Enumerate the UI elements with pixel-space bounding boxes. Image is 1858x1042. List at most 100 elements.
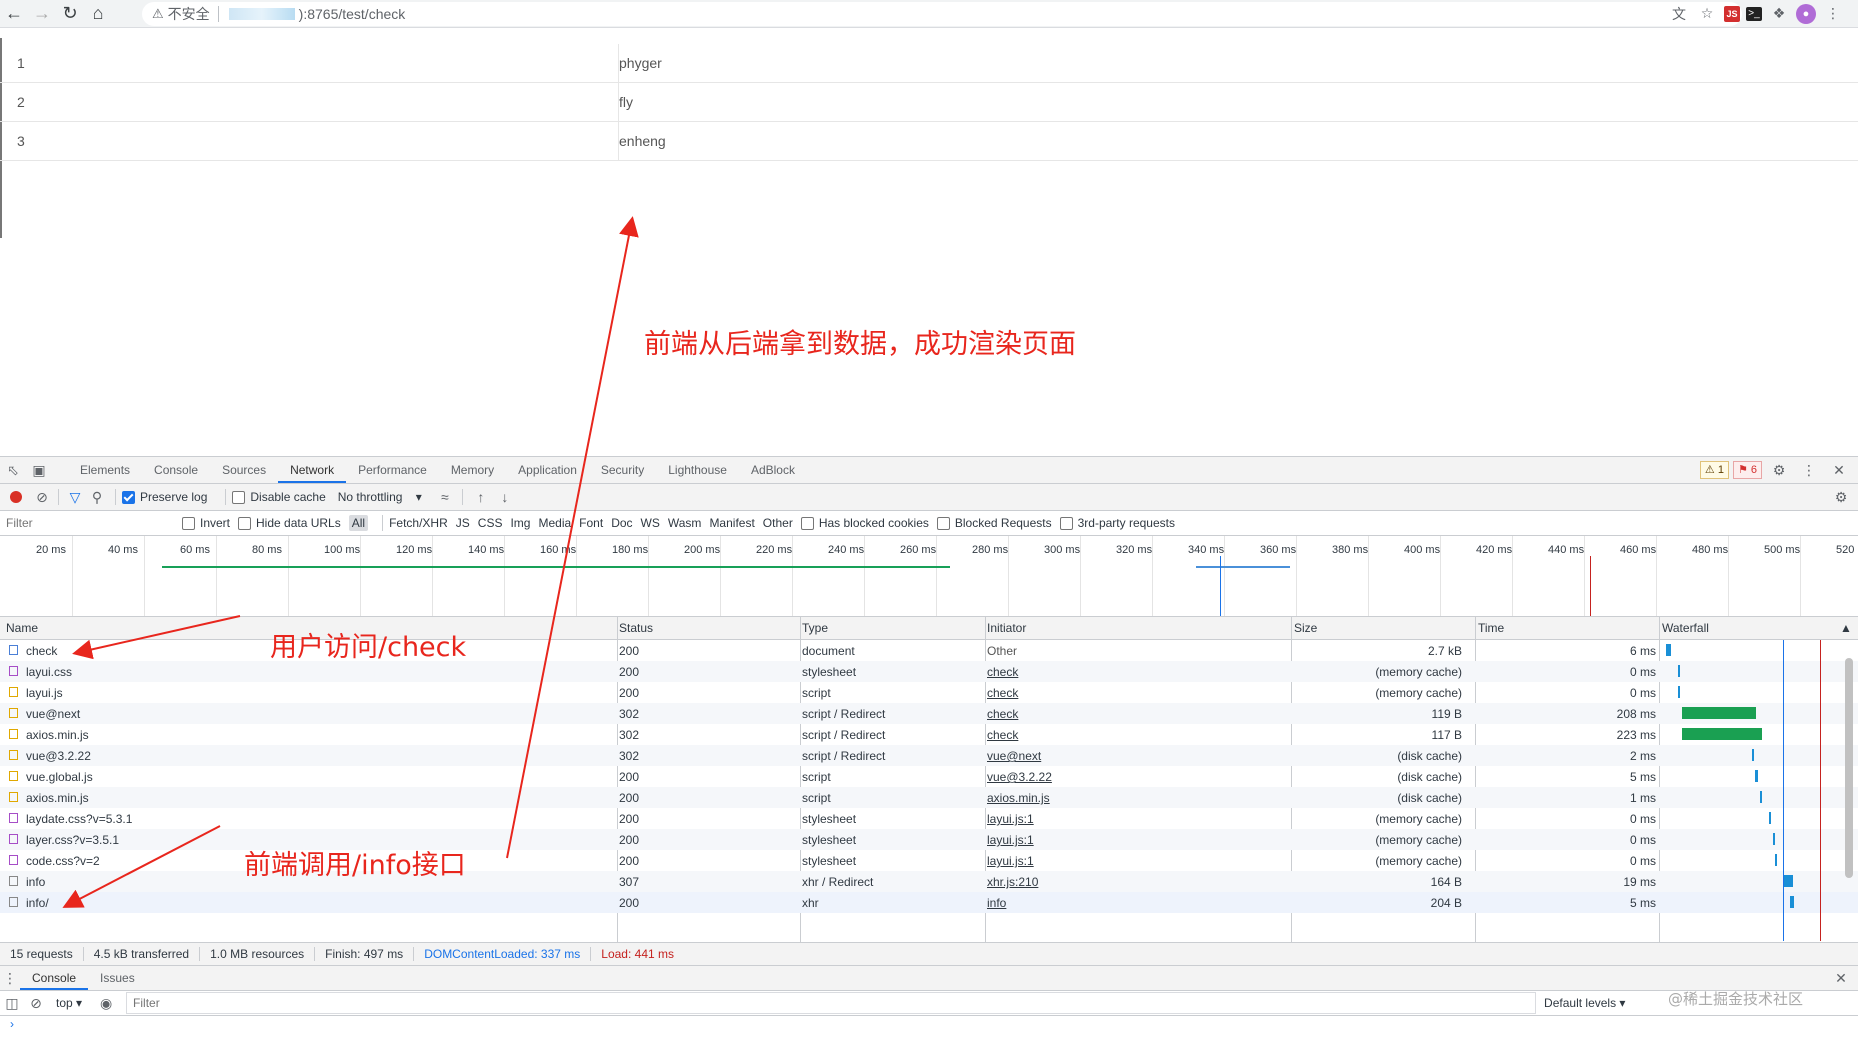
request-initiator[interactable]: xhr.js:210 [987,875,1038,889]
drawer-close-icon[interactable]: ✕ [1828,965,1854,991]
table-row[interactable]: axios.min.js 302 script / Redirect check 117… [0,724,1858,745]
tab-console[interactable]: Console [142,457,210,483]
throttling-select[interactable]: No throttling ▾ [338,490,422,504]
tab-application[interactable]: Application [506,457,589,483]
home-icon[interactable]: ⌂ [84,1,112,27]
translate-icon[interactable]: 文 [1668,3,1690,25]
warning-count-badge[interactable]: ⚠ 1 [1699,461,1729,479]
sidebar-toggle-icon[interactable]: ◫ [0,990,24,1016]
table-row[interactable]: layui.js 200 script check (memory cache) 0 ms [0,682,1858,703]
error-count-badge[interactable]: ⚑ 6 [1732,461,1762,479]
request-initiator[interactable]: layui.js:1 [987,833,1034,847]
filter-input[interactable] [4,513,168,533]
tab-security[interactable]: Security [589,457,656,483]
console-filter-input[interactable] [126,992,1537,1014]
table-row[interactable]: info/200 xhr info 204 B 5 ms [0,892,1858,913]
col-waterfall[interactable]: Waterfall [1662,621,1709,635]
tab-network[interactable]: Network [278,457,347,483]
request-initiator[interactable]: info [987,896,1006,910]
hide-data-urls-checkbox[interactable]: Hide data URLs [238,516,341,530]
request-initiator[interactable]: vue@next [987,749,1041,763]
type-filter-manifest[interactable]: Manifest [709,515,754,531]
back-icon[interactable]: ← [0,1,28,27]
drawer-menu-icon[interactable]: ⋮ [0,965,20,991]
request-initiator[interactable]: layui.js:1 [987,854,1034,868]
preserve-log-checkbox[interactable]: Preserve log [122,490,207,504]
table-row[interactable]: vue@next 302 script / Redirect check 119 B 20… [0,703,1858,724]
more-options-icon[interactable]: ⋮ [1796,457,1822,483]
has-blocked-cookies-checkbox[interactable]: Has blocked cookies [800,516,929,530]
close-icon[interactable]: ✕ [1826,457,1852,483]
col-name[interactable]: Name [6,621,38,635]
table-row[interactable]: vue.global.js 200 script vue@3.2.22 (disk ca… [0,766,1858,787]
request-initiator[interactable]: check [987,728,1018,742]
table-row[interactable]: vue@3.2.22 302 script / Redirect vue@next (d… [0,745,1858,766]
request-initiator[interactable]: check [987,665,1018,679]
table-row[interactable]: laydate.css?v=5.3.1 200 stylesheet layui.js… [0,808,1858,829]
network-settings-gear-icon[interactable]: ⚙ [1828,484,1854,510]
import-har-icon[interactable]: ↑ [469,484,493,510]
col-size[interactable]: Size [1294,621,1317,635]
request-initiator[interactable]: axios.min.js [987,791,1050,805]
browser-menu-icon[interactable]: ⋮ [1822,3,1844,25]
tab-lighthouse[interactable]: Lighthouse [656,457,739,483]
record-button[interactable] [10,491,22,503]
timeline-overview[interactable]: 20 ms 40 ms 60 ms 80 ms 100 ms 120 ms 140 ms 16… [0,536,1858,617]
request-initiator[interactable]: layui.js:1 [987,812,1034,826]
type-filter-other[interactable]: Other [763,515,793,531]
filter-funnel-icon[interactable]: ▽ [65,484,85,510]
col-type[interactable]: Type [802,621,828,635]
search-icon[interactable]: ⚲ [85,484,109,510]
reload-icon[interactable]: ↻ [56,1,84,27]
tab-performance[interactable]: Performance [346,457,439,483]
bookmark-star-icon[interactable]: ☆ [1696,3,1718,25]
type-filter-css[interactable]: CSS [478,515,503,531]
clear-console-icon[interactable]: ⊘ [24,990,48,1016]
invert-checkbox[interactable]: Invert [182,516,230,530]
col-status[interactable]: Status [619,621,653,635]
sort-up-icon[interactable]: ▲ [1840,621,1852,635]
terminal-extension-icon[interactable]: >_ [1746,6,1762,21]
forward-icon[interactable]: → [28,1,56,27]
live-expression-eye-icon[interactable]: ◉ [94,990,118,1016]
col-time[interactable]: Time [1478,621,1504,635]
type-filter-all[interactable]: All [348,515,369,531]
table-row[interactable]: layui.css 200 stylesheet check (memory cache… [0,661,1858,682]
profile-avatar[interactable]: ● [1796,3,1816,24]
extensions-puzzle-icon[interactable]: ❖ [1768,3,1790,25]
disable-cache-checkbox[interactable]: Disable cache [232,490,326,504]
context-select[interactable]: top ▾ [56,996,82,1010]
type-filter-fetch-xhr[interactable]: Fetch/XHR [389,515,448,531]
third-party-checkbox[interactable]: 3rd-party requests [1059,516,1175,530]
col-initiator[interactable]: Initiator [987,621,1026,635]
export-har-icon[interactable]: ↓ [493,484,517,510]
table-row[interactable]: axios.min.js 200 script axios.min.js (disk c… [0,787,1858,808]
request-initiator[interactable]: check [987,707,1018,721]
log-levels-select[interactable]: Default levels ▾ [1544,996,1625,1010]
tab-memory[interactable]: Memory [439,457,506,483]
tab-sources[interactable]: Sources [210,457,278,483]
js-extension-icon[interactable]: JS [1724,5,1740,22]
type-filter-media[interactable]: Media [538,515,571,531]
type-filter-wasm[interactable]: Wasm [668,515,702,531]
type-filter-doc[interactable]: Doc [611,515,632,531]
type-filter-js[interactable]: JS [456,515,470,531]
tab-elements[interactable]: Elements [68,457,142,483]
type-filter-img[interactable]: Img [510,515,530,531]
address-bar[interactable]: ⚠ 不安全 ):8765/test/check [142,2,1742,26]
type-filter-ws[interactable]: WS [641,515,660,531]
device-toolbar-icon[interactable]: ▣ [26,457,52,483]
blocked-requests-checkbox[interactable]: Blocked Requests [936,516,1052,530]
clear-icon[interactable]: ⊘ [32,484,52,510]
request-initiator[interactable]: vue@3.2.22 [987,770,1052,784]
drawer-tab-issues[interactable]: Issues [88,966,147,990]
settings-gear-icon[interactable]: ⚙ [1766,457,1792,483]
tab-adblock[interactable]: AdBlock [739,457,807,483]
network-conditions-icon[interactable]: ≈ [434,484,456,510]
request-initiator[interactable]: check [987,686,1018,700]
type-filter-font[interactable]: Font [579,515,603,531]
requests-scrollbar[interactable] [1843,640,1855,940]
drawer-tab-console[interactable]: Console [20,966,89,990]
inspect-element-icon[interactable]: ⬁ [0,457,26,483]
console-prompt-icon[interactable]: › [10,1017,14,1031]
